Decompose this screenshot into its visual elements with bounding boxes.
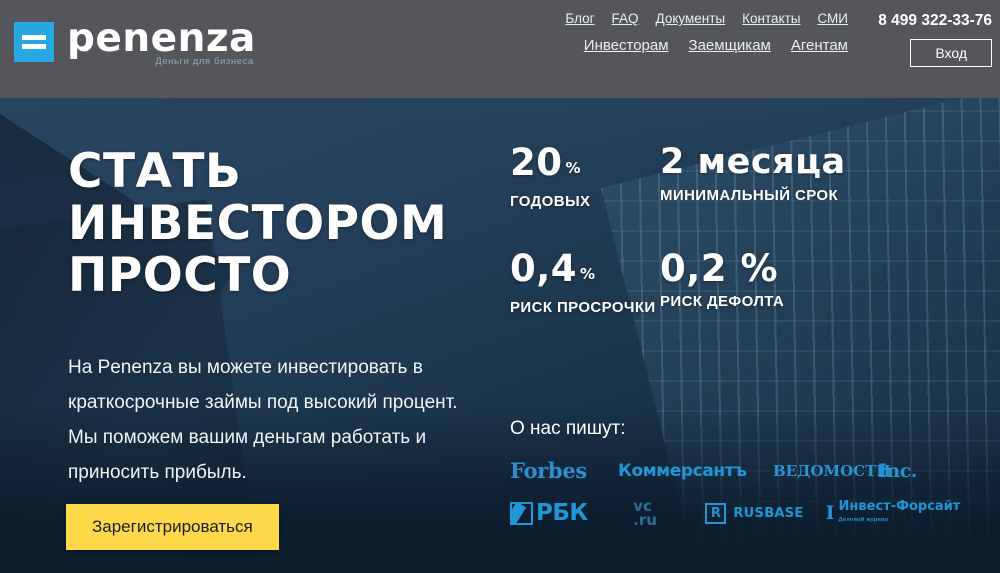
hero-headline: СТАТЬ ИНВЕСТОРОМ ПРОСТО (68, 146, 447, 302)
stat-unit: % (740, 247, 779, 290)
press-logo-invest-forsait[interactable]: I Инвест-Форсайт Деловой журнал (825, 498, 970, 526)
headline-line-3: ПРОСТО (68, 248, 292, 303)
stat-annual-rate: 20% ГОДОВЫХ (510, 142, 660, 212)
stat-value: 0,4% (510, 247, 596, 290)
invest-forsait-monogram-icon: I (825, 502, 835, 524)
hero-content: СТАТЬ ИНВЕСТОРОМ ПРОСТО На Penenza вы мо… (0, 98, 1000, 573)
press-logo-rbk[interactable]: РБК (510, 500, 633, 526)
stat-label: РИСК ПРОСРОЧКИ (510, 299, 656, 316)
logo-text-wrap: penenza Деньги для бизнеса (67, 16, 256, 68)
nav-link-contacts[interactable]: Контакты (742, 11, 800, 26)
stat-value: 0,2 % (660, 247, 779, 290)
nav-row-primary: Блог FAQ Документы Контакты СМИ (440, 11, 860, 26)
press-logo-vcru-line2: .ru (633, 511, 657, 529)
headline-line-1: СТАТЬ (68, 144, 242, 199)
logo-tagline: Деньги для бизнеса (155, 56, 254, 67)
nav-link-investors[interactable]: Инвесторам (584, 37, 669, 54)
stat-value: 2 месяца (660, 142, 846, 182)
stat-value: 20% (510, 141, 582, 184)
press-logo-forbes[interactable]: Forbes (510, 458, 618, 483)
nav-link-faq[interactable]: FAQ (612, 11, 639, 26)
stats-block: 20% ГОДОВЫХ 2 месяца МИНИМАЛЬНЫЙ СРОК 0,… (510, 142, 910, 318)
press-logo-rbk-label: РБК (536, 500, 588, 526)
press-logos: Forbes Коммерсантъ ВЕДОМОСТИ Inc. РБК vc… (510, 458, 970, 529)
press-logo-vcru[interactable]: vc .ru (633, 499, 705, 529)
nav-link-smi[interactable]: СМИ (817, 11, 848, 26)
press-logo-invest-forsait-sub: Деловой журнал (838, 516, 889, 523)
stat-unit: % (580, 265, 596, 283)
stat-min-term: 2 месяца МИНИМАЛЬНЫЙ СРОК (660, 142, 910, 212)
stat-label: РИСК ДЕФОЛТА (660, 293, 785, 310)
login-button[interactable]: Вход (910, 39, 992, 67)
nav-link-documents[interactable]: Документы (656, 11, 726, 26)
stat-overdue-risk: 0,4% РИСК ПРОСРОЧКИ (510, 248, 660, 318)
nav-link-blog[interactable]: Блог (565, 11, 594, 26)
rbk-slash-icon (510, 501, 533, 525)
phone-number[interactable]: 8 499 322-33-76 (872, 10, 992, 31)
press-logo-inc[interactable]: Inc. (878, 460, 948, 482)
page-root: penenza Деньги для бизнеса Блог FAQ Доку… (0, 0, 1000, 573)
press-title: О нас пишут: (510, 418, 626, 439)
logo-wordmark: penenza (67, 16, 256, 61)
stats-row-1: 20% ГОДОВЫХ 2 месяца МИНИМАЛЬНЫЙ СРОК (510, 142, 910, 212)
stat-default-risk: 0,2 % РИСК ДЕФОЛТА (660, 248, 910, 318)
headline-line-2: ИНВЕСТОРОМ (68, 196, 448, 251)
equals-square-icon (14, 22, 54, 62)
stat-label: МИНИМАЛЬНЫЙ СРОК (660, 187, 839, 204)
press-logo-row-1: Forbes Коммерсантъ ВЕДОМОСТИ Inc. (510, 458, 970, 483)
nav-link-borrowers[interactable]: Заемщикам (689, 37, 771, 54)
stat-unit: % (565, 159, 582, 177)
main-navigation: Блог FAQ Документы Контакты СМИ Инвестор… (440, 0, 860, 54)
nav-row-secondary: Инвесторам Заемщикам Агентам (440, 37, 860, 54)
site-header: penenza Деньги для бизнеса Блог FAQ Доку… (0, 0, 1000, 98)
logo[interactable]: penenza Деньги для бизнеса (0, 0, 256, 68)
rusbase-r-icon: R (705, 502, 727, 524)
press-logo-invest-forsait-label: Инвест-Форсайт (838, 498, 961, 514)
hero-section: СТАТЬ ИНВЕСТОРОМ ПРОСТО На Penenza вы мо… (0, 98, 1000, 573)
stat-label: ГОДОВЫХ (510, 193, 591, 210)
press-logo-rusbase[interactable]: R RUSBASE (705, 502, 825, 524)
header-contact-block: 8 499 322-33-76 Вход (860, 0, 1000, 67)
press-logo-kommersant[interactable]: Коммерсантъ (618, 461, 773, 481)
hero-lead-paragraph: На Penenza вы можете инвестировать в кра… (68, 357, 458, 483)
press-logo-rusbase-label: RUSBASE (733, 505, 804, 521)
press-logo-vedomosti[interactable]: ВЕДОМОСТИ (773, 462, 890, 480)
register-button[interactable]: Зарегистрироваться (66, 504, 279, 550)
nav-link-agents[interactable]: Агентам (791, 37, 848, 54)
stats-row-2: 0,4% РИСК ПРОСРОЧКИ 0,2 % РИСК ДЕФОЛТА (510, 248, 910, 318)
press-logo-row-2: РБК vc .ru R RUSBASE I Инвест-Форсайт Де… (510, 498, 970, 529)
